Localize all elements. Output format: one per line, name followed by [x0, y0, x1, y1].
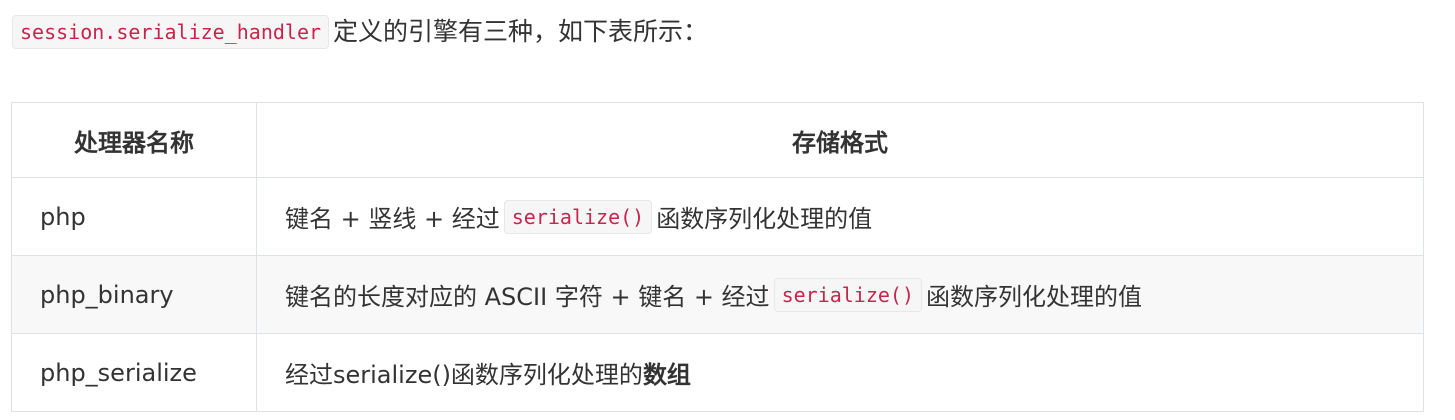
intro-text: 定义的引擎有三种，如下表所示：: [333, 17, 709, 46]
cell-storage-format: 键名的长度对应的 ASCII 字符 + 键名 + 经过 serialize() …: [256, 255, 1424, 334]
cell-handler-name: php_serialize: [11, 333, 257, 412]
inline-code-serialize-handler: session.serialize_handler: [12, 15, 330, 49]
table-row: php_serialize 经过serialize()函数序列化处理的 数组: [11, 333, 1424, 412]
inline-code-serialize: serialize(): [503, 199, 653, 234]
format-text-after: 函数序列化处理的值: [926, 283, 1143, 311]
format-text-before: 经过serialize()函数序列化处理的: [285, 361, 643, 389]
inline-code-serialize: serialize(): [773, 277, 923, 312]
cell-storage-format: 键名 + 竖线 + 经过 serialize() 函数序列化处理的值: [256, 177, 1424, 256]
cell-storage-format: 经过serialize()函数序列化处理的 数组: [256, 333, 1424, 412]
cell-handler-name: php_binary: [11, 255, 257, 334]
table-row: php_binary 键名的长度对应的 ASCII 字符 + 键名 + 经过 s…: [11, 255, 1424, 334]
format-text-before: 键名 + 竖线 + 经过: [285, 205, 500, 233]
format-text-bold: 数组: [642, 361, 691, 389]
cell-handler-name: php: [11, 177, 257, 256]
table-row: php 键名 + 竖线 + 经过 serialize() 函数序列化处理的值: [11, 177, 1424, 256]
table-header-row: 处理器名称 存储格式: [11, 102, 1424, 178]
header-storage-format: 存储格式: [256, 102, 1424, 178]
intro-paragraph: session.serialize_handler 定义的引擎有三种，如下表所示…: [12, 12, 708, 52]
format-text-before: 键名的长度对应的 ASCII 字符 + 键名 + 经过: [285, 283, 770, 311]
header-handler-name: 处理器名称: [11, 102, 257, 178]
handler-table: 处理器名称 存储格式 php 键名 + 竖线 + 经过 serialize() …: [11, 102, 1424, 412]
format-text-after: 函数序列化处理的值: [656, 205, 873, 233]
